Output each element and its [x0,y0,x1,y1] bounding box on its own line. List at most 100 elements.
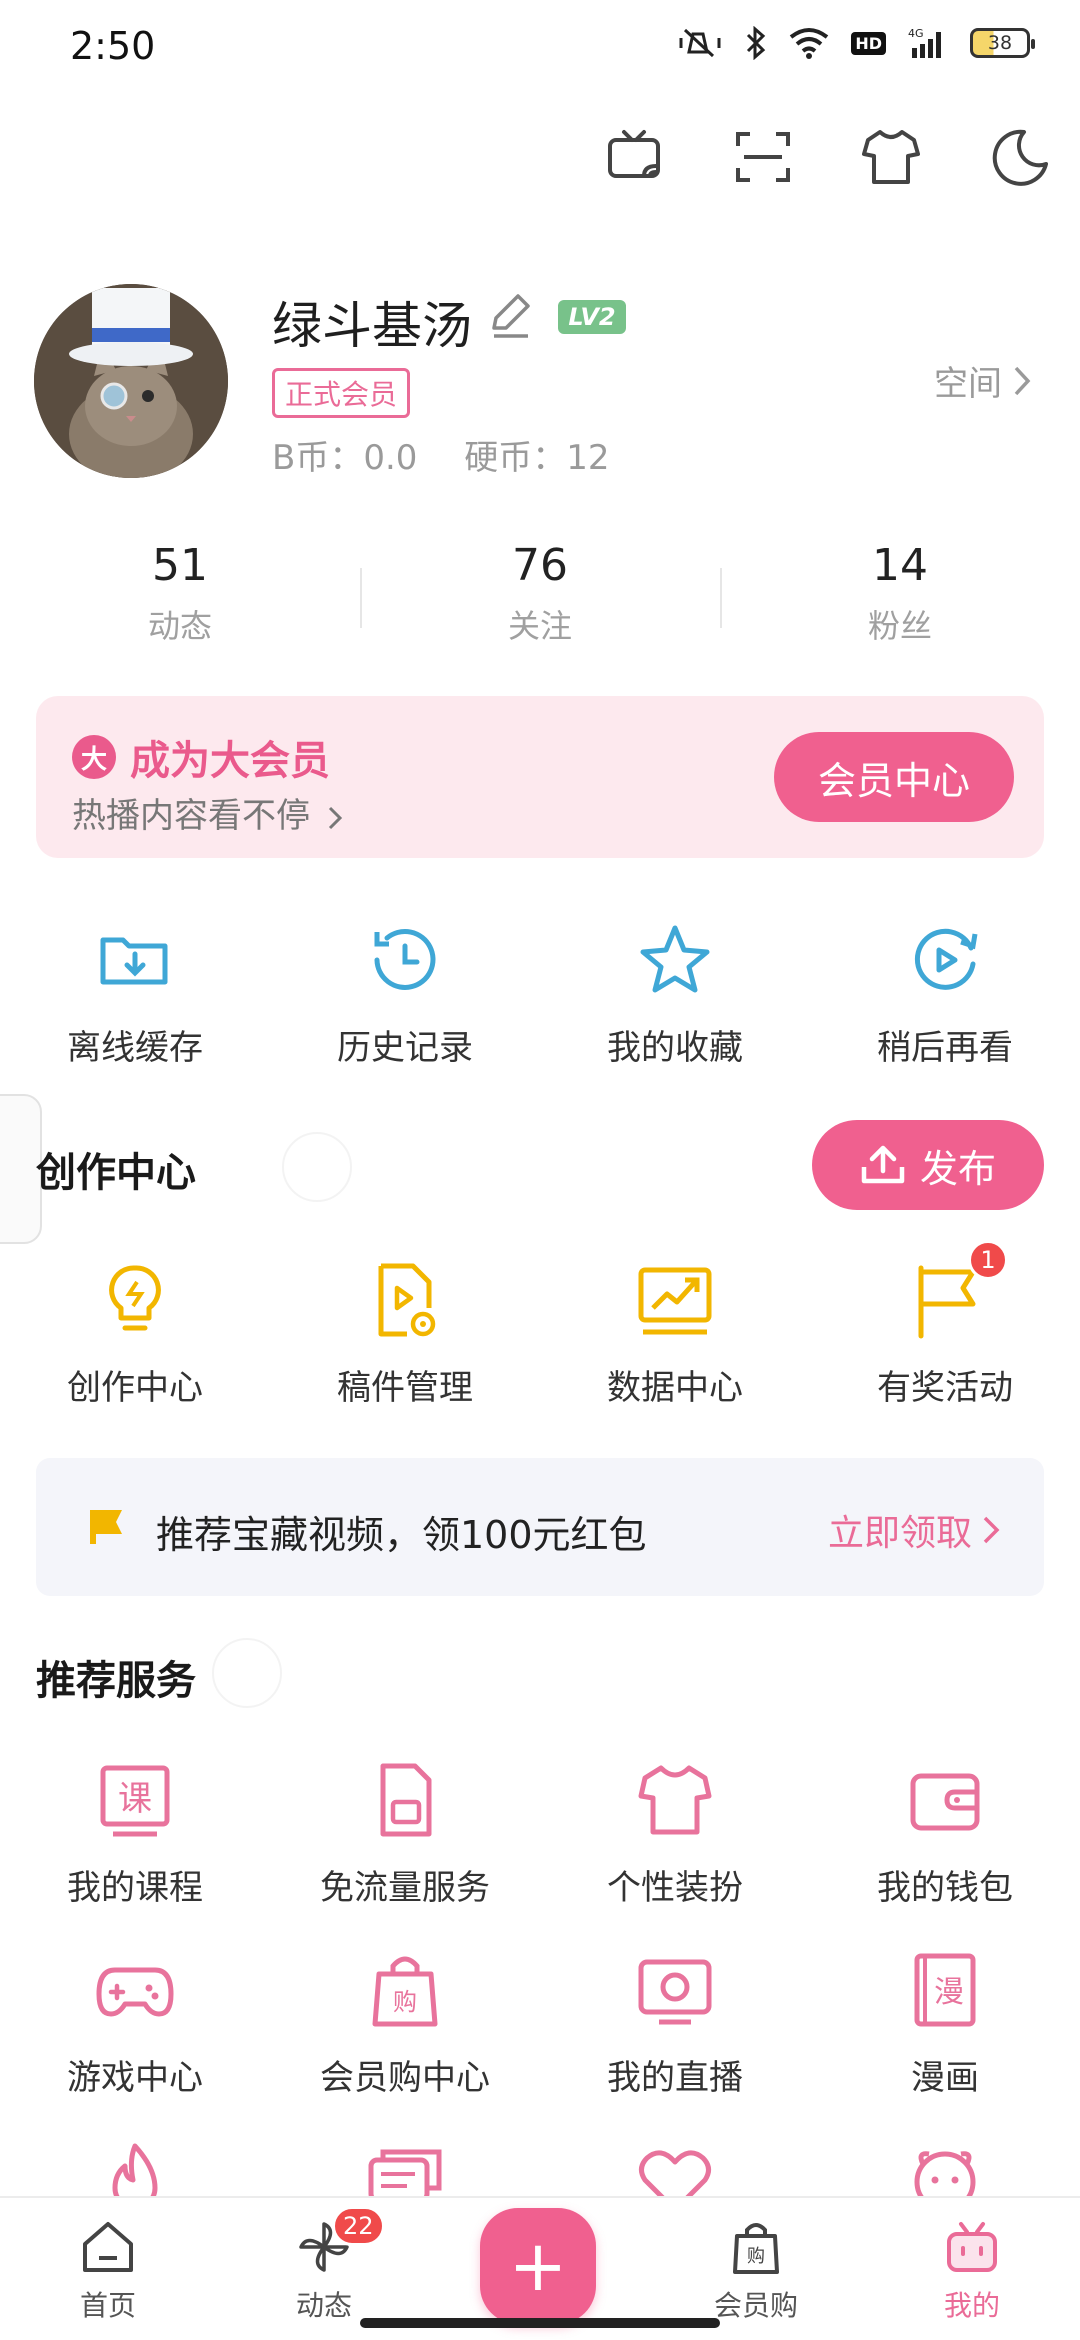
skin-shirt-icon[interactable] [860,126,922,188]
reward-claim-link[interactable]: 立即领取 [828,1504,1000,1556]
creation-item-label: 数据中心 [607,1368,743,1408]
creation-section-title: 创作中心 [36,1150,196,1196]
vip-subtitle[interactable]: 热播内容看不停 [72,788,343,837]
space-link[interactable]: 空间 [934,356,1032,405]
stat-label: 粉丝 [867,607,932,645]
service-label: 漫画 [911,2058,979,2098]
wallet-icon [910,1773,980,1831]
svg-text:购: 购 [747,2246,765,2267]
quick-action-watch-later[interactable]: 稍后再看 [810,918,1080,1069]
service-courses[interactable]: 课 我的课程 [0,1758,270,1909]
shopping-bag-icon: 购 [733,2223,779,2274]
quick-action-label: 我的收藏 [607,1028,743,1068]
creation-item-manuscript[interactable]: 稿件管理 [270,1258,540,1409]
space-link-label: 空间 [934,364,1002,404]
comic-book-icon: 漫 [914,1953,976,2027]
creation-item-label: 有奖活动 [877,1368,1013,1408]
services-row-2: 游戏中心 购 会员购中心 我的直播 漫 漫画 [0,1948,1080,2099]
top-actions [604,126,1050,188]
creation-item-data[interactable]: 数据中心 [540,1258,810,1409]
nav-label: 我的 [943,2289,1000,2322]
shirt-icon [638,1765,712,1835]
vip-center-button[interactable]: 会员中心 [774,732,1014,822]
stats-row: 51 动态 76 关注 14 粉丝 [0,540,1080,647]
mute-vibrate-icon [679,28,721,58]
stat-value: 51 [152,540,208,591]
status-bar: 2:50 HD 4G 38 [0,0,1080,96]
quick-action-label: 离线缓存 [67,1028,203,1068]
creation-grid: 创作中心 稿件管理 数据中心 1 有奖活动 [0,1240,1080,1409]
service-label: 免流量服务 [320,1868,490,1908]
nav-home[interactable]: 首页 [48,2218,168,2324]
watch-later-icon [914,928,978,990]
quick-action-offline-cache[interactable]: 离线缓存 [0,918,270,1069]
svg-text:课: 课 [118,1779,152,1819]
stat-label: 动态 [147,607,212,645]
service-label: 个性装扮 [607,1868,743,1908]
nav-label: 首页 [79,2289,136,2322]
signal-icon: 4G [908,27,941,58]
service-comics[interactable]: 漫 漫画 [810,1948,1080,2099]
status-icons: HD 4G 38 [677,26,1035,60]
offline-cache-icon [100,937,168,985]
quick-actions: 离线缓存 历史记录 我的收藏 稍后再看 [0,918,1080,1069]
stat-dynamic[interactable]: 51 动态 [0,540,360,647]
manuscript-icon [378,1263,436,1337]
creation-item-center[interactable]: 创作中心 [0,1258,270,1409]
stat-label: 关注 [507,607,572,645]
service-wallet[interactable]: 我的钱包 [810,1758,1080,1909]
battery-icon: 38 [970,28,1035,58]
service-decoration[interactable]: 个性装扮 [540,1758,810,1909]
services-section-title: 推荐服务 [36,1658,196,1704]
publish-plus-button[interactable]: + [480,2208,596,2324]
edit-icon[interactable] [484,290,536,342]
services-row-1: 课 我的课程 免流量服务 个性装扮 我的钱包 [0,1758,1080,1909]
member-tag: 正式会员 [272,368,411,418]
service-shop-center[interactable]: 购 会员购中心 [270,1948,540,2099]
night-mode-icon[interactable] [988,126,1050,188]
creation-item-label: 创作中心 [67,1368,203,1408]
service-free-data[interactable]: 免流量服务 [270,1758,540,1909]
placeholder-circle [212,1638,282,1708]
cast-icon[interactable] [604,126,666,188]
chevron-right-icon [983,1516,1000,1544]
publish-button[interactable]: 发布 [812,1120,1044,1210]
quick-action-label: 稍后再看 [877,1028,1013,1068]
quick-action-history[interactable]: 历史记录 [270,918,540,1069]
service-game-center[interactable]: 游戏中心 [0,1948,270,2099]
avatar-image [34,284,228,478]
avatar[interactable] [34,284,228,478]
history-icon [374,929,436,990]
rewards-badge: 1 [968,1240,1008,1280]
publish-button-label: 发布 [919,1146,996,1191]
service-label: 我的直播 [607,2058,743,2098]
course-icon: 课 [100,1765,170,1837]
service-live[interactable]: 我的直播 [540,1948,810,2099]
status-time: 2:50 [70,24,156,68]
svg-text:4G: 4G [908,27,924,40]
chevron-right-icon [1014,366,1031,395]
bilibili-tv-icon [947,2222,997,2272]
nav-shop[interactable]: 购 会员购 [696,2218,816,2324]
quick-action-label: 历史记录 [337,1028,473,1068]
service-label: 我的钱包 [877,1868,1013,1908]
svg-text:漫: 漫 [934,1975,964,2010]
username: 绿斗基汤 [272,297,472,355]
stat-value: 14 [872,540,928,591]
upload-icon [861,1145,905,1184]
coins: B币：0.0 硬币：12 [272,430,645,479]
service-label: 游戏中心 [67,2058,203,2098]
stat-fans[interactable]: 14 粉丝 [720,540,1080,647]
nav-mine[interactable]: 我的 [912,2218,1032,2324]
data-chart-icon [638,1267,712,1335]
nav-dynamic[interactable]: 22 动态 [264,2206,385,2324]
quick-action-favorites[interactable]: 我的收藏 [540,918,810,1069]
scan-icon[interactable] [732,126,794,188]
home-indicator[interactable] [360,2318,720,2328]
lightbulb-icon [109,1265,161,1331]
stat-following[interactable]: 76 关注 [360,540,720,647]
creation-item-rewards[interactable]: 1 有奖活动 [810,1240,1080,1409]
reward-banner-text: 推荐宝藏视频，领100元红包 [156,1513,647,1557]
sim-card-icon [380,1763,432,1837]
chevron-right-icon [328,806,342,829]
